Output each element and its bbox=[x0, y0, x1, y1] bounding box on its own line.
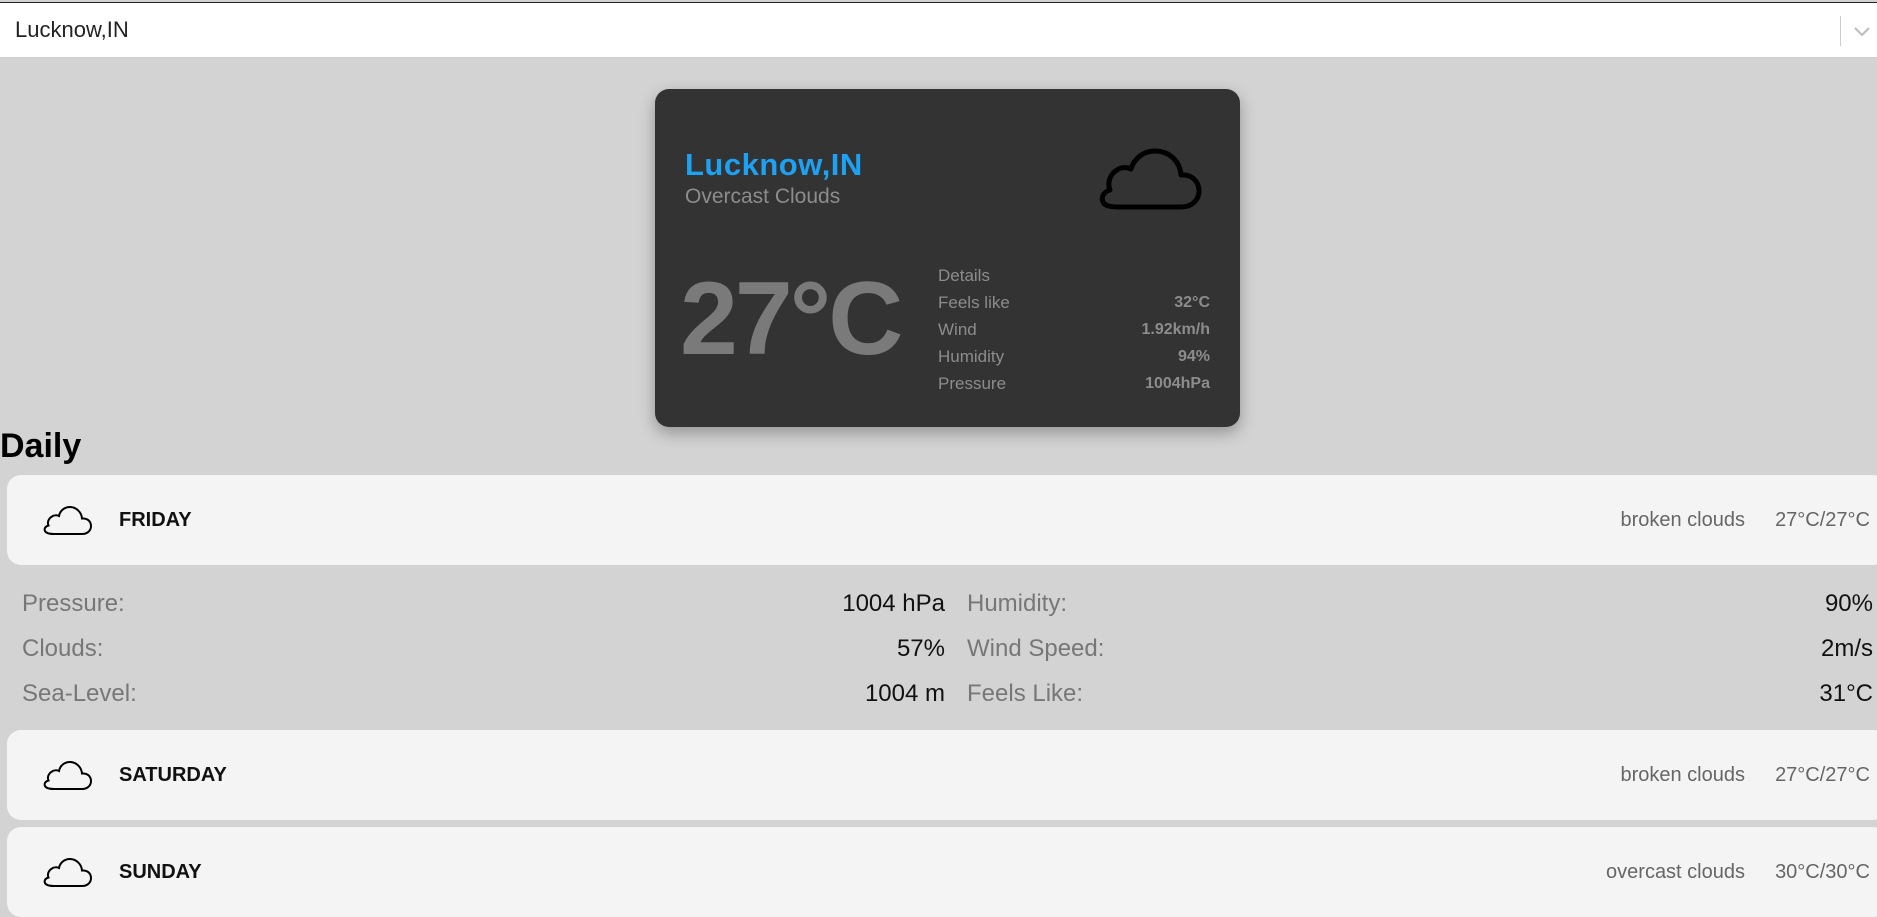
day-description: overcast clouds bbox=[1606, 861, 1745, 883]
detail-label: Sea-Level: bbox=[22, 680, 137, 707]
day-description: broken clouds bbox=[1620, 509, 1745, 531]
detail-value: 1004 hPa bbox=[842, 590, 945, 617]
details-heading: Details bbox=[938, 266, 990, 285]
detail-wind: Wind 1.92km/h bbox=[938, 316, 1210, 343]
current-details: Details Feels like 32°C Wind 1.92km/h Hu… bbox=[938, 262, 1210, 397]
detail-row: Sea-Level: 1004 m Feels Like: 31°C bbox=[22, 672, 1873, 717]
day-row-friday[interactable]: FRIDAY broken clouds 27°C/27°C bbox=[7, 475, 1877, 565]
detail-feels-like: Feels like 32°C bbox=[938, 289, 1210, 316]
detail-humidity: Humidity 94% bbox=[938, 343, 1210, 370]
detail-value: 94% bbox=[1177, 348, 1210, 365]
cloud-icon bbox=[43, 505, 93, 535]
detail-row: Clouds: 57% Wind Speed: 2m/s bbox=[22, 627, 1873, 672]
city-select-value[interactable]: Lucknow,IN bbox=[15, 17, 129, 43]
day-description: broken clouds bbox=[1620, 764, 1745, 786]
detail-label: Pressure: bbox=[22, 590, 125, 617]
detail-row: Pressure: 1004 hPa Humidity: 90% bbox=[22, 582, 1873, 627]
city-select[interactable]: Lucknow,IN bbox=[0, 2, 1877, 58]
day-min-max: 27°C/27°C bbox=[1775, 509, 1870, 531]
day-min-max: 30°C/30°C bbox=[1775, 861, 1870, 883]
day-name: FRIDAY bbox=[119, 509, 192, 531]
current-description: Overcast Clouds bbox=[685, 185, 841, 208]
detail-value: 2m/s bbox=[1820, 635, 1873, 662]
current-temperature: 27°C bbox=[680, 261, 903, 377]
detail-label: Humidity bbox=[938, 347, 1005, 366]
detail-label: Feels like bbox=[938, 293, 1010, 312]
day-min-max: 27°C/27°C bbox=[1775, 764, 1870, 786]
daily-heading: Daily bbox=[0, 427, 82, 465]
day-name: SATURDAY bbox=[119, 764, 227, 786]
day-row-saturday[interactable]: SATURDAY broken clouds 27°C/27°C bbox=[7, 730, 1877, 820]
detail-value: 1004hPa bbox=[1145, 375, 1210, 392]
cloud-icon bbox=[43, 760, 93, 790]
detail-label: Wind Speed: bbox=[967, 635, 1105, 662]
detail-value: 31°C bbox=[1819, 680, 1873, 707]
detail-label: Pressure bbox=[938, 374, 1007, 393]
current-weather-card: Lucknow,IN Overcast Clouds 27°C Details … bbox=[655, 89, 1240, 427]
detail-value: 90% bbox=[1824, 590, 1873, 617]
day-details-friday: Pressure: 1004 hPa Humidity: 90% Clouds:… bbox=[22, 582, 1873, 717]
detail-label: Feels Like: bbox=[967, 680, 1084, 707]
detail-value: 1.92km/h bbox=[1141, 321, 1210, 338]
select-separator bbox=[1840, 16, 1841, 46]
detail-label: Wind bbox=[938, 320, 977, 339]
detail-value: 57% bbox=[896, 635, 945, 662]
detail-value: 1004 m bbox=[864, 680, 945, 707]
day-row-sunday[interactable]: SUNDAY overcast clouds 30°C/30°C bbox=[7, 827, 1877, 917]
day-name: SUNDAY bbox=[119, 861, 202, 883]
detail-value: 32°C bbox=[1174, 294, 1210, 311]
chevron-down-icon[interactable] bbox=[1850, 19, 1874, 43]
detail-pressure: Pressure 1004hPa bbox=[938, 370, 1210, 397]
cloud-icon bbox=[1099, 148, 1202, 210]
current-city: Lucknow,IN bbox=[685, 147, 863, 182]
cloud-icon bbox=[43, 857, 93, 887]
detail-label: Clouds: bbox=[22, 635, 104, 662]
detail-label: Humidity: bbox=[967, 590, 1068, 617]
